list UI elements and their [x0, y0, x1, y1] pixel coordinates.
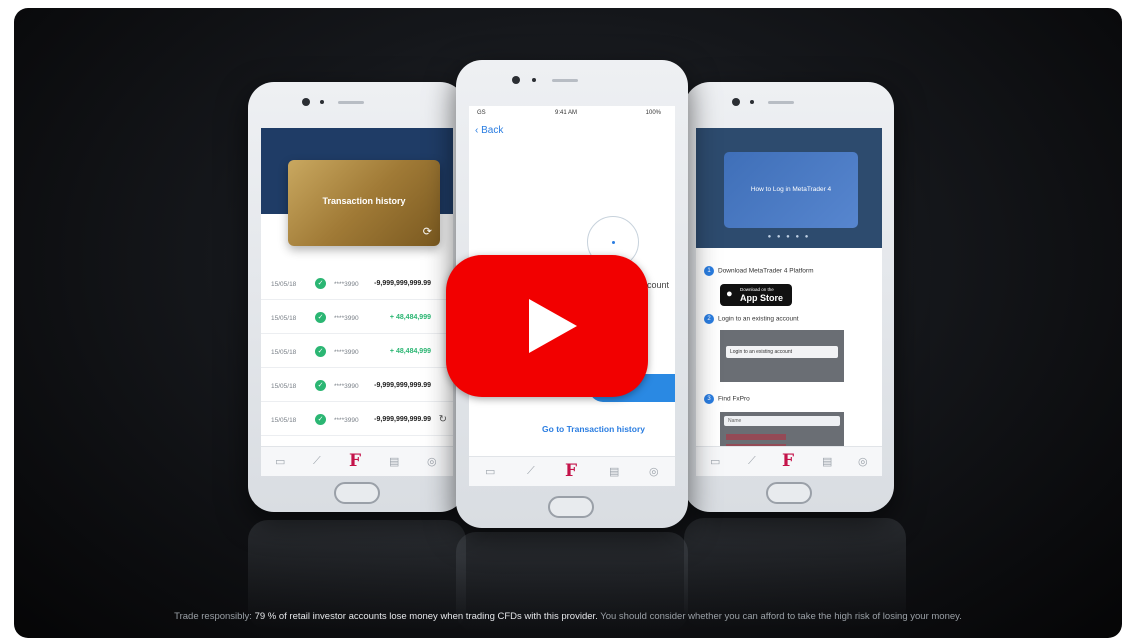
- tx-amount: -9,999,999,999.99: [374, 382, 431, 389]
- tab-bar: ▭ ⟋ F ▤ ◎: [261, 446, 453, 476]
- step-label: Login to an existing account: [718, 315, 799, 323]
- carousel-dots[interactable]: ● ● ● ● ●: [696, 234, 882, 240]
- settings-icon[interactable]: ◎: [858, 455, 868, 468]
- speaker: [338, 101, 364, 104]
- check-icon: ✓: [315, 380, 326, 391]
- back-label: Back: [481, 125, 504, 136]
- camera: [512, 76, 520, 84]
- sensor: [750, 100, 754, 104]
- tab-bar: ▭ ⟋ F ▤ ◎: [696, 446, 882, 476]
- step-number: 2: [704, 314, 714, 324]
- login-option: Login to an existing account: [726, 346, 838, 358]
- tx-account: ****3990: [334, 315, 359, 322]
- card-title: How to Log in MetaTrader 4: [750, 186, 832, 193]
- play-icon: [529, 299, 577, 353]
- brand-tab-icon[interactable]: F: [565, 461, 577, 481]
- chart-icon[interactable]: ⟋: [527, 465, 535, 478]
- disclaimer-prefix: Trade responsibly:: [174, 611, 255, 622]
- go-to-transaction-history-link[interactable]: Go to Transaction history: [469, 424, 675, 434]
- step-3: 3 Find FxPro: [704, 394, 750, 404]
- check-icon: ✓: [315, 414, 326, 425]
- settings-icon[interactable]: ◎: [649, 465, 659, 478]
- home-button: [548, 496, 594, 518]
- transaction-history-card[interactable]: Transaction history ⟳: [288, 160, 440, 246]
- step-1: 1 Download MetaTrader 4 Platform: [704, 266, 814, 276]
- wallet-icon[interactable]: ▭: [275, 455, 285, 468]
- wallet-icon[interactable]: ▭: [485, 465, 495, 478]
- result-row: [726, 434, 786, 440]
- status-bar: GS 9:41 AM 100%: [469, 106, 675, 120]
- tx-amount: + 48,484,999: [389, 314, 431, 321]
- sensor: [320, 100, 324, 104]
- apple-icon: ●: [726, 288, 733, 300]
- check-icon: ✓: [315, 346, 326, 357]
- speaker: [768, 101, 794, 104]
- tx-amount: -9,999,999,999.99: [374, 416, 431, 423]
- table-row[interactable]: 15/05/18 ✓ ****3990 -9,999,999,999.99: [261, 270, 453, 300]
- right-phone-screen: How to Log in MetaTrader 4 ● ● ● ● ● 1 Do…: [696, 128, 882, 476]
- disclaimer-highlight: 79 % of retail investor accounts lose mo…: [254, 611, 598, 622]
- table-row[interactable]: 15/05/18 ✓ ****3990 + 48,484,999: [261, 338, 453, 368]
- table-row[interactable]: 15/05/18 ✓ ****3990 + 48,484,999: [261, 304, 453, 334]
- home-button: [766, 482, 812, 504]
- tx-date: 15/05/18: [271, 349, 297, 356]
- retry-icon[interactable]: ↻: [439, 414, 447, 425]
- search-bar: Name: [724, 416, 840, 426]
- step-2: 2 Login to an existing account: [704, 314, 799, 324]
- speaker: [552, 79, 578, 82]
- tx-account: ****3990: [334, 281, 359, 288]
- tx-account: ****3990: [334, 383, 359, 390]
- app-store-button[interactable]: ● Download on the App Store: [720, 284, 792, 306]
- wallet-icon[interactable]: ▭: [710, 455, 720, 468]
- camera: [302, 98, 310, 106]
- tx-account: ****3990: [334, 417, 359, 424]
- tutorial-card[interactable]: How to Log in MetaTrader 4: [724, 152, 858, 228]
- tx-date: 15/05/18: [271, 383, 297, 390]
- tab-bar: ▭ ⟋ F ▤ ◎: [469, 456, 675, 486]
- tx-date: 15/05/18: [271, 315, 297, 322]
- home-button: [334, 482, 380, 504]
- brand-tab-icon[interactable]: F: [349, 451, 361, 471]
- left-phone: Transaction history ⟳ 15/05/18 ✓ ****399…: [248, 82, 466, 512]
- chart-icon[interactable]: ⟋: [748, 455, 756, 468]
- carrier-label: GS: [477, 110, 486, 116]
- tx-date: 15/05/18: [271, 281, 297, 288]
- document-icon[interactable]: ▤: [609, 465, 619, 478]
- video-player[interactable]: Transaction history ⟳ 15/05/18 ✓ ****399…: [14, 8, 1122, 638]
- card-title: Transaction history: [322, 196, 406, 206]
- check-icon: ✓: [315, 312, 326, 323]
- login-screenshot: Login to an existing account: [720, 330, 844, 382]
- brand-tab-icon[interactable]: F: [782, 451, 794, 471]
- app-store-small-text: Download on the: [740, 287, 774, 292]
- left-phone-screen: Transaction history ⟳ 15/05/18 ✓ ****399…: [261, 128, 453, 476]
- step-number: 3: [704, 394, 714, 404]
- battery-label: 100%: [645, 110, 661, 116]
- step-number: 1: [704, 266, 714, 276]
- clock: 9:41 AM: [555, 110, 578, 116]
- disclaimer-suffix: You should consider whether you can affo…: [597, 611, 962, 622]
- back-button[interactable]: ‹ Back: [475, 125, 503, 136]
- document-icon[interactable]: ▤: [822, 455, 832, 468]
- tx-amount: -9,999,999,999.99: [374, 280, 431, 287]
- check-icon: ✓: [315, 278, 326, 289]
- document-icon[interactable]: ▤: [389, 455, 399, 468]
- right-phone: How to Log in MetaTrader 4 ● ● ● ● ● 1 Do…: [684, 82, 894, 512]
- step-label: Download MetaTrader 4 Platform: [718, 267, 814, 275]
- chart-icon[interactable]: ⟋: [313, 455, 321, 468]
- tx-account: ****3990: [334, 349, 359, 356]
- table-row[interactable]: 15/05/18 ✓ ****3990 -9,999,999,999.99: [261, 372, 453, 402]
- table-row[interactable]: 15/05/18 ✓ ****3990 -9,999,999,999.99 ↻: [261, 406, 453, 436]
- step-label: Find FxPro: [718, 395, 750, 403]
- spinner-dot: [612, 241, 615, 244]
- settings-icon[interactable]: ◎: [427, 455, 437, 468]
- tx-amount: + 48,484,999: [389, 348, 431, 355]
- play-button[interactable]: [446, 255, 648, 397]
- refresh-icon[interactable]: ⟳: [423, 225, 432, 238]
- camera: [732, 98, 740, 106]
- sensor: [532, 78, 536, 82]
- risk-disclaimer: Trade responsibly: 79 % of retail invest…: [14, 611, 1122, 622]
- app-store-text: App Store: [740, 293, 784, 303]
- tx-date: 15/05/18: [271, 417, 297, 424]
